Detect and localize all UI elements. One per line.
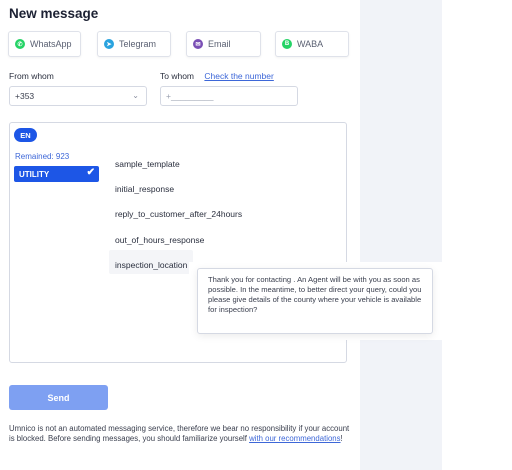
page-title: New message [9,6,99,21]
template-item[interactable]: out_of_hours_response [115,235,204,245]
channel-label: Telegram [119,39,157,49]
channel-telegram-button[interactable]: ➤ Telegram [97,31,171,57]
template-item[interactable]: initial_response [115,184,174,194]
disclaimer-end: ! [340,434,343,443]
to-placeholder: +_________ [166,91,214,101]
template-item[interactable]: reply_to_customer_after_24hours [115,209,242,219]
chevron-down-icon: ⌄ [132,91,139,100]
from-label: From whom [9,71,54,81]
check-number-link[interactable]: Check the number [204,71,273,81]
to-label: To whom [160,71,195,81]
send-button[interactable]: Send [9,385,108,410]
disclaimer-text: Umnico is not an automated messaging ser… [9,424,354,444]
whatsapp-icon: ✆ [15,39,25,49]
channel-label: Email [208,39,231,49]
channel-waba-button[interactable]: B WABA [275,31,349,57]
waba-icon: B [282,39,292,49]
category-utility-button[interactable]: UTILITY ✔ [14,166,99,182]
email-icon: ✉ [193,39,203,49]
channel-label: WABA [297,39,324,49]
from-select[interactable]: +353 ⌄ [9,86,147,106]
language-badge[interactable]: EN [14,128,37,142]
channel-label: WhatsApp [30,39,72,49]
category-label: UTILITY [19,169,50,179]
check-icon: ✔ [86,167,95,178]
template-item[interactable]: sample_template [115,159,180,169]
to-label-row: To whom Check the number [160,71,274,81]
template-item[interactable]: inspection_location [115,260,187,270]
telegram-icon: ➤ [104,39,114,49]
from-value: +353 [15,91,35,101]
channel-email-button[interactable]: ✉ Email [186,31,261,57]
to-phone-input[interactable]: +_________ [160,86,298,106]
side-gutter [360,0,442,470]
template-preview-tooltip: Thank you for contacting . An Agent will… [197,268,433,334]
remained-count: Remained: 923 [15,152,70,161]
recommendations-link[interactable]: with our recommendations [249,434,340,443]
page-background-right [442,0,512,470]
channel-whatsapp-button[interactable]: ✆ WhatsApp [8,31,81,57]
